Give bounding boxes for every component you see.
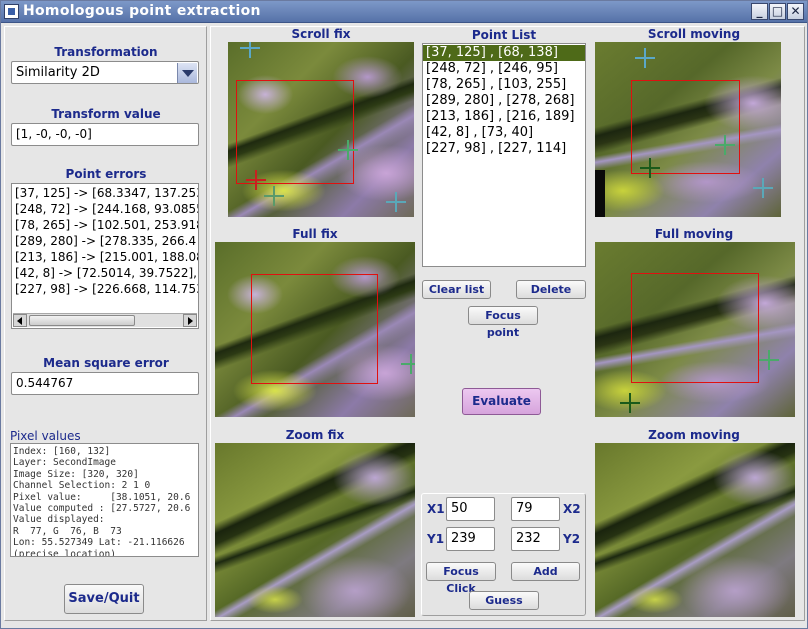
full-fix-image[interactable]	[215, 242, 415, 417]
pixel-value-line: Pixel value: [38.1051, 20.6	[13, 491, 191, 503]
zoom-fix-label: Zoom fix	[285, 428, 345, 442]
crosshair-icon	[264, 186, 284, 206]
point-error-item[interactable]: [248, 72] -> [244.168, 93.0855	[12, 201, 198, 217]
full-fix-view-rect	[251, 274, 378, 384]
delete-button[interactable]: Delete	[516, 280, 586, 299]
pixel-value-line: R 77, G 76, B 73	[13, 525, 122, 537]
crosshair-icon	[640, 158, 660, 178]
pixel-value-line: Layer: SecondImage	[13, 457, 116, 469]
point-list-label: Point List	[471, 28, 537, 42]
full-moving-label: Full moving	[654, 227, 734, 241]
scroll-moving-image[interactable]	[595, 42, 781, 217]
title-bar[interactable]: Homologous point extraction _ □ ✕	[1, 1, 807, 23]
guess-button[interactable]: Guess	[469, 591, 539, 610]
point-error-item[interactable]: [42, 8] -> [72.5014, 39.7522],	[12, 265, 198, 281]
transform-value-label: Transform value	[51, 107, 161, 121]
scroll-fix-view-rect	[236, 80, 354, 184]
crosshair-icon	[620, 393, 640, 413]
crosshair-icon	[338, 140, 358, 160]
full-moving-view-rect	[631, 273, 759, 383]
pixel-value-line: Value computed : [27.5727, 20.6	[13, 503, 191, 515]
point-error-item[interactable]: [78, 265] -> [102.501, 253.918	[12, 217, 198, 233]
scroll-moving-label: Scroll moving	[647, 27, 741, 41]
transformation-select-value: Similarity 2D	[16, 65, 100, 80]
zoom-moving-image[interactable]	[595, 443, 795, 617]
pixel-values-label: Pixel values	[10, 429, 81, 443]
point-errors-label: Point errors	[65, 167, 147, 181]
evaluate-button[interactable]: Evaluate	[462, 388, 541, 415]
full-fix-label: Full fix	[292, 227, 338, 241]
transformation-select[interactable]: Similarity 2D	[11, 61, 199, 84]
y2-field[interactable]: 232	[511, 527, 560, 551]
focus-point-button[interactable]: Focus point	[468, 306, 538, 339]
transformation-label: Transformation	[54, 45, 158, 59]
point-errors-list[interactable]: [37, 125] -> [68.3347, 137.253 [248, 72] …	[11, 183, 199, 329]
focus-click-button[interactable]: Focus Click	[426, 562, 496, 595]
crosshair-icon	[753, 178, 773, 198]
mse-field[interactable]: 0.544767	[11, 372, 199, 395]
clear-list-button[interactable]: Clear list	[422, 280, 491, 299]
crosshair-icon	[401, 354, 415, 374]
minimize-button[interactable]: _	[751, 3, 768, 20]
x2-label: X2	[563, 502, 581, 516]
point-error-item[interactable]: [227, 98] -> [226.668, 114.753	[12, 281, 198, 297]
pixel-value-line: Value displayed:	[13, 514, 105, 526]
scroll-left-arrow-icon[interactable]	[13, 314, 27, 327]
window-title: Homologous point extraction	[23, 3, 261, 19]
point-list-item[interactable]: [227, 98] , [227, 114]	[423, 141, 585, 157]
point-list-item[interactable]: [289, 280] , [278, 268]	[423, 93, 585, 109]
x2-field[interactable]: 79	[511, 497, 560, 521]
y1-label: Y1	[427, 532, 445, 546]
point-error-item[interactable]: [37, 125] -> [68.3347, 137.253	[12, 185, 198, 201]
point-list-item[interactable]: [42, 8] , [73, 40]	[423, 125, 585, 141]
point-list-item[interactable]: [37, 125] , [68, 138]	[423, 45, 585, 61]
zoom-fix-image[interactable]	[215, 443, 415, 617]
scroll-fix-image[interactable]	[228, 42, 414, 217]
app-icon[interactable]	[4, 4, 19, 19]
pixel-value-line: (precise location)	[13, 548, 116, 557]
scroll-right-arrow-icon[interactable]	[183, 314, 197, 327]
main-window: Homologous point extraction _ □ ✕ Transf…	[0, 0, 808, 629]
mse-label: Mean square error	[43, 356, 169, 370]
crosshair-icon	[386, 192, 406, 212]
zoom-moving-label: Zoom moving	[648, 428, 740, 442]
scrollbar-thumb[interactable]	[29, 315, 135, 326]
point-errors-scrollbar[interactable]	[13, 313, 197, 327]
save-quit-button[interactable]: Save/Quit	[64, 584, 144, 614]
maximize-button[interactable]: □	[769, 3, 786, 20]
crosshair-icon	[240, 42, 260, 58]
point-list-item[interactable]: [248, 72] , [246, 95]	[423, 61, 585, 77]
point-error-item[interactable]: [289, 280] -> [278.335, 266.4	[12, 233, 198, 249]
pixel-value-line: Index: [160, 132]	[13, 446, 111, 457]
point-error-item[interactable]: [213, 186] -> [215.001, 188.08	[12, 249, 198, 265]
crosshair-icon	[759, 350, 779, 370]
point-list[interactable]: [37, 125] , [68, 138] [248, 72] , [246, 9…	[422, 43, 586, 267]
crosshair-icon	[246, 170, 266, 190]
point-list-item[interactable]: [213, 186] , [216, 189]	[423, 109, 585, 125]
add-button[interactable]: Add	[511, 562, 580, 581]
x1-label: X1	[427, 502, 445, 516]
pixel-value-line: Image Size: [320, 320]	[13, 468, 139, 480]
scroll-fix-label: Scroll fix	[291, 27, 351, 41]
transform-value-field[interactable]: [1, -0, -0, -0]	[11, 123, 199, 146]
point-list-item[interactable]: [78, 265] , [103, 255]	[423, 77, 585, 93]
y2-label: Y2	[563, 532, 581, 546]
dropdown-arrow-icon[interactable]	[177, 63, 197, 83]
crosshair-icon	[715, 135, 735, 155]
full-moving-image[interactable]	[595, 242, 795, 417]
x1-field[interactable]: 50	[446, 497, 495, 521]
image-edge	[595, 170, 605, 217]
close-button[interactable]: ✕	[787, 3, 804, 20]
pixel-value-line: Channel Selection: 2 1 0	[13, 480, 151, 492]
crosshair-icon	[635, 48, 655, 68]
pixel-value-line: Lon: 55.527349 Lat: -21.116626	[13, 537, 185, 549]
y1-field[interactable]: 239	[446, 527, 495, 551]
pixel-values-text[interactable]: Index: [160, 132] Layer: SecondImage Image…	[10, 443, 199, 557]
